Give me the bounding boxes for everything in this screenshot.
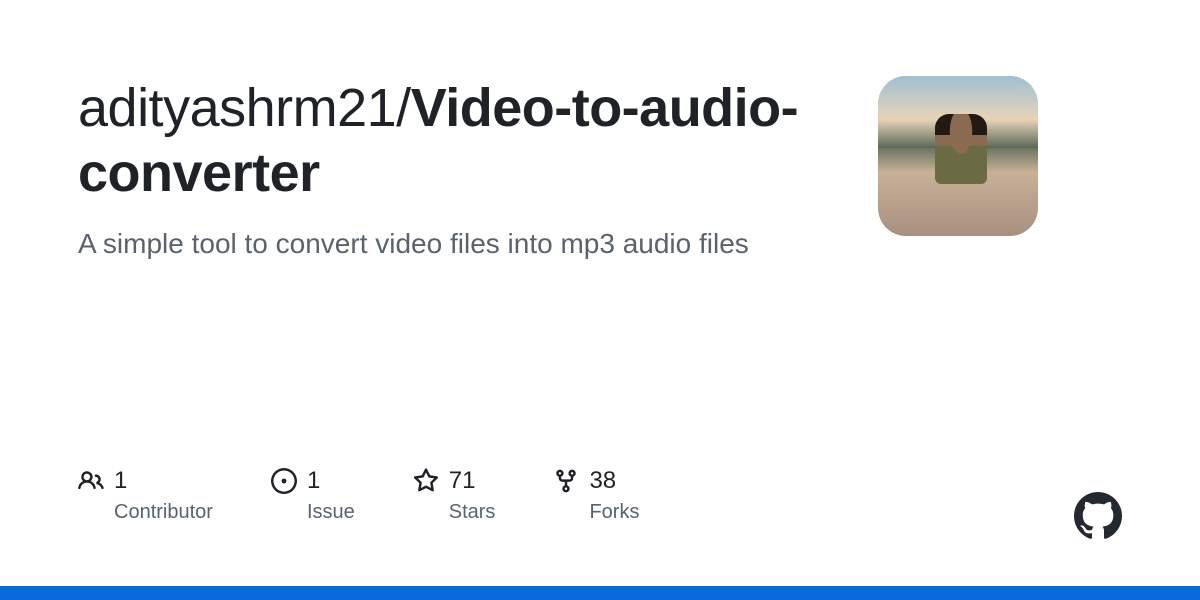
repo-owner[interactable]: adityashrm21 [78, 78, 396, 138]
repo-description: A simple tool to convert video files int… [78, 224, 838, 265]
stat-label: Issue [271, 501, 355, 524]
github-mark-icon[interactable] [1074, 492, 1122, 540]
stat-value: 38 [589, 467, 616, 495]
stat-issues[interactable]: 1 Issue [271, 467, 355, 524]
fork-icon [553, 468, 579, 494]
stat-label: Contributor [78, 501, 213, 524]
stat-forks[interactable]: 38 Forks [553, 467, 639, 524]
star-icon [413, 468, 439, 494]
avatar[interactable] [878, 76, 1038, 236]
stats-bar: 1 Contributor 1 Issue 71 Stars 38 Forks [78, 467, 639, 524]
stat-value: 1 [307, 467, 320, 495]
accent-bar [0, 586, 1200, 600]
stat-contributors[interactable]: 1 Contributor [78, 467, 213, 524]
stat-value: 1 [114, 467, 127, 495]
stat-value: 71 [449, 467, 476, 495]
stat-label: Stars [413, 501, 496, 524]
stat-stars[interactable]: 71 Stars [413, 467, 496, 524]
issue-icon [271, 468, 297, 494]
repo-title[interactable]: adityashrm21/Video-to-audio-converter [78, 76, 838, 206]
people-icon [78, 468, 104, 494]
repo-separator: / [396, 78, 411, 138]
stat-label: Forks [553, 501, 639, 524]
